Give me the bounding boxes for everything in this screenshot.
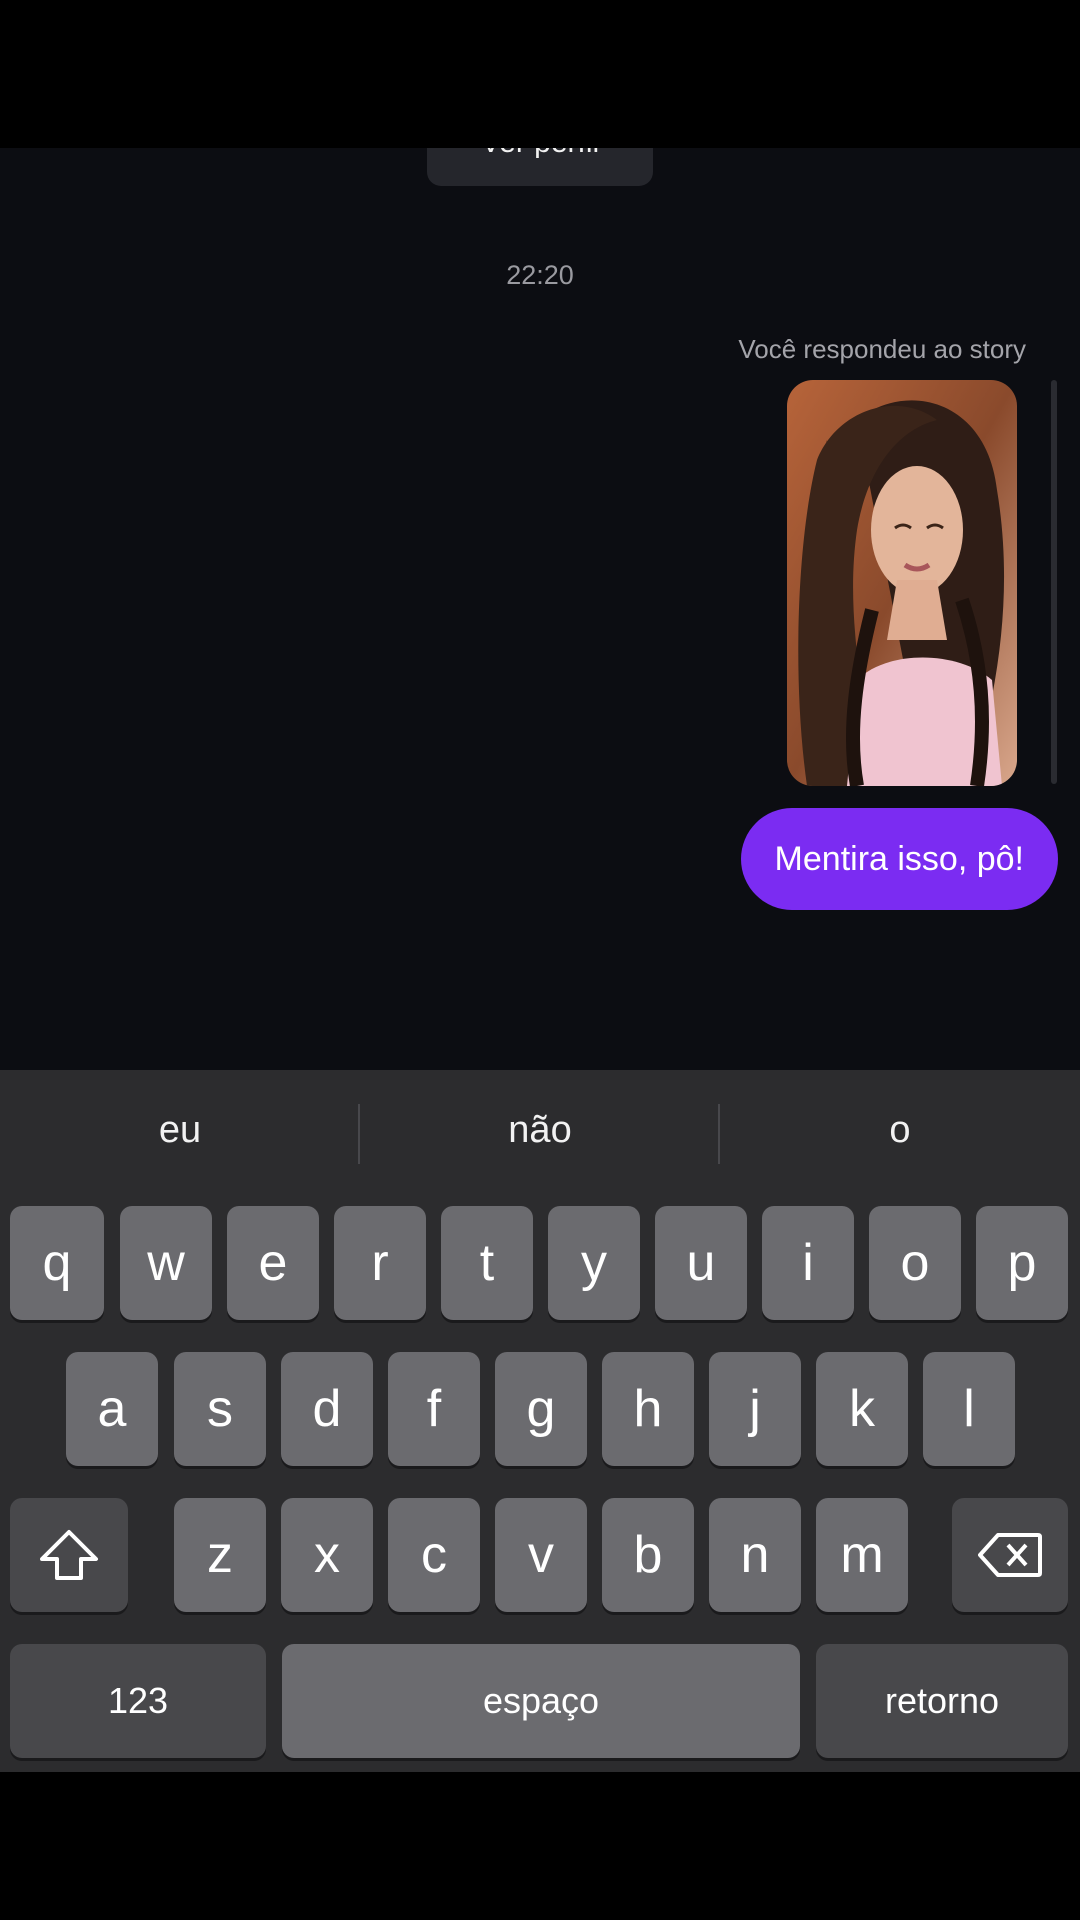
- space-key[interactable]: espaço: [282, 1644, 800, 1758]
- backspace-icon: [978, 1533, 1042, 1577]
- top-black-bar: [0, 0, 1080, 148]
- key-l[interactable]: l: [923, 1352, 1015, 1466]
- key-f[interactable]: f: [388, 1352, 480, 1466]
- key-g[interactable]: g: [495, 1352, 587, 1466]
- key-d[interactable]: d: [281, 1352, 373, 1466]
- key-r[interactable]: r: [334, 1206, 426, 1320]
- key-b[interactable]: b: [602, 1498, 694, 1612]
- view-profile-button[interactable]: Ver perfil: [427, 148, 653, 186]
- key-c[interactable]: c: [388, 1498, 480, 1612]
- chat-thread[interactable]: Ver perfil 22:20 Você respondeu ao story: [0, 148, 1080, 1070]
- story-photo: [787, 380, 1017, 786]
- shift-key[interactable]: [10, 1498, 128, 1612]
- key-e[interactable]: e: [227, 1206, 319, 1320]
- numbers-key[interactable]: 123: [10, 1644, 266, 1758]
- key-y[interactable]: y: [548, 1206, 640, 1320]
- keyboard: eu não o q w e r t y u i o p a s d f g h…: [0, 1070, 1080, 1772]
- key-n[interactable]: n: [709, 1498, 801, 1612]
- key-q[interactable]: q: [10, 1206, 104, 1320]
- key-v[interactable]: v: [495, 1498, 587, 1612]
- key-o[interactable]: o: [869, 1206, 961, 1320]
- key-z[interactable]: z: [174, 1498, 266, 1612]
- key-u[interactable]: u: [655, 1206, 747, 1320]
- key-x[interactable]: x: [281, 1498, 373, 1612]
- key-w[interactable]: w: [120, 1206, 212, 1320]
- key-a[interactable]: a: [66, 1352, 158, 1466]
- key-i[interactable]: i: [762, 1206, 854, 1320]
- story-thumbnail[interactable]: [787, 380, 1017, 786]
- key-h[interactable]: h: [602, 1352, 694, 1466]
- key-j[interactable]: j: [709, 1352, 801, 1466]
- scrollbar[interactable]: [1051, 380, 1057, 784]
- suggestion-2[interactable]: não: [360, 1100, 720, 1160]
- key-m[interactable]: m: [816, 1498, 908, 1612]
- key-p[interactable]: p: [976, 1206, 1068, 1320]
- bottom-black-bar: [0, 1772, 1080, 1920]
- suggestion-bar: eu não o: [0, 1070, 1080, 1200]
- key-t[interactable]: t: [441, 1206, 533, 1320]
- key-s[interactable]: s: [174, 1352, 266, 1466]
- story-reply-note: Você respondeu ao story: [738, 334, 1026, 364]
- shift-icon: [40, 1530, 98, 1580]
- backspace-key[interactable]: [952, 1498, 1068, 1612]
- sent-message-bubble[interactable]: Mentira isso, pô!: [740, 808, 1058, 910]
- message-timestamp: 22:20: [506, 260, 574, 290]
- key-k[interactable]: k: [816, 1352, 908, 1466]
- suggestion-3[interactable]: o: [720, 1100, 1080, 1160]
- suggestion-1[interactable]: eu: [0, 1100, 360, 1160]
- return-key[interactable]: retorno: [816, 1644, 1068, 1758]
